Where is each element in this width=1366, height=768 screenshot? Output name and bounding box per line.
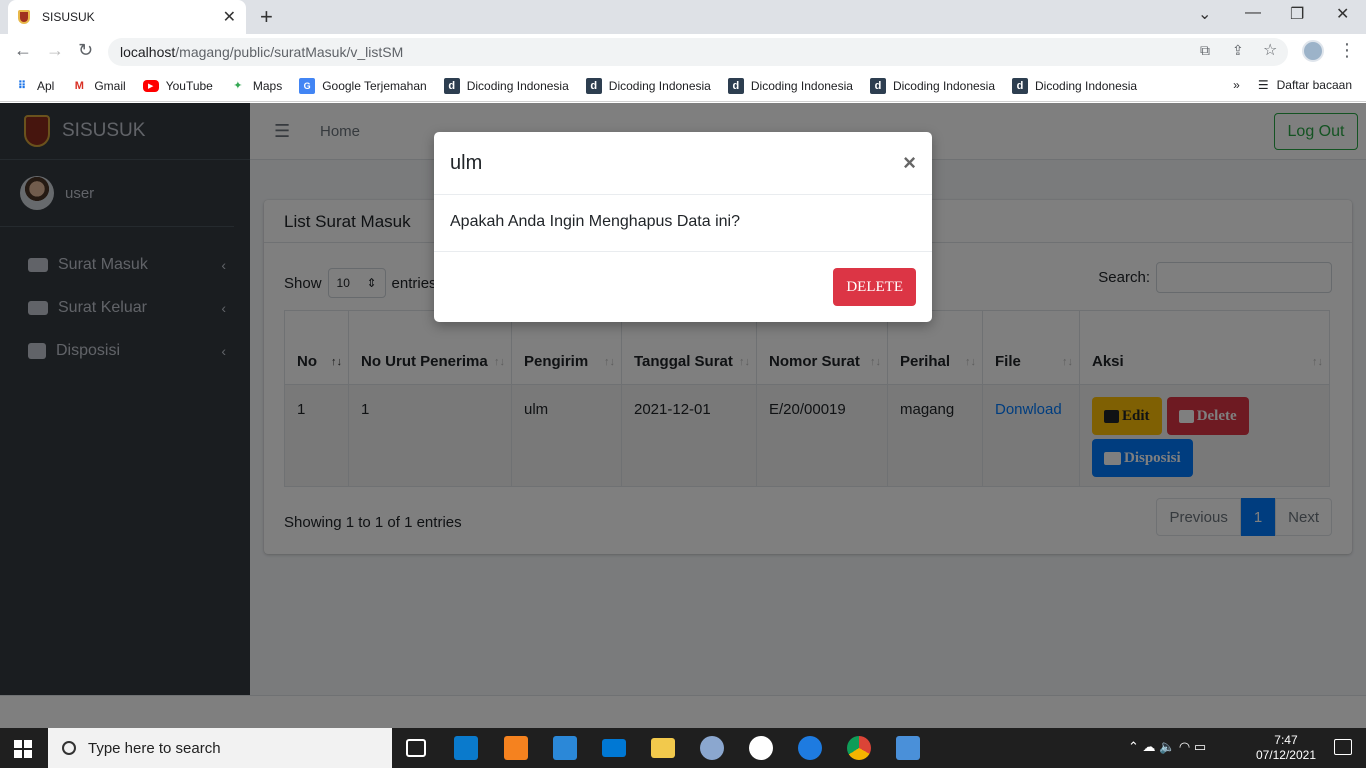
bookmark-apps[interactable]: ⠿ Apl [14, 78, 55, 94]
modal-body-text: Apakah Anda Ingin Menghapus Data ini? [434, 195, 932, 252]
app-icon[interactable] [749, 736, 773, 760]
edge-icon[interactable] [798, 736, 822, 760]
reload-icon[interactable]: ↻ [78, 40, 93, 61]
bookmark-label: Maps [252, 78, 283, 93]
notification-icon[interactable] [1334, 739, 1352, 755]
profile-avatar-icon[interactable] [1302, 40, 1324, 62]
close-tab-icon[interactable]: ✕ [223, 7, 236, 27]
share-icon[interactable]: ⇪ [1232, 42, 1244, 59]
translate-icon[interactable]: ⧉ [1200, 42, 1210, 59]
search-icon [62, 741, 76, 755]
bookmark-dicoding-1[interactable]: d Dicoding Indonesia [443, 77, 569, 94]
bookmark-label: Dicoding Indonesia [466, 78, 569, 93]
browser-tab-bar: SISUSUK ✕ + ⌄ — ❐ ✕ [0, 0, 1366, 34]
bookmark-label: Apl [37, 78, 55, 93]
modal-header: ulm × [434, 132, 932, 195]
bookmark-label: Google Terjemahan [322, 78, 427, 93]
browser-tab[interactable]: SISUSUK ✕ [8, 0, 246, 34]
taskbar-search-placeholder: Type here to search [88, 739, 221, 757]
restore-icon[interactable]: ❐ [1290, 4, 1304, 24]
bookmark-label: Dicoding Indonesia [1035, 78, 1138, 93]
dicoding-icon: d [585, 77, 602, 94]
bookmark-dicoding-3[interactable]: d Dicoding Indonesia [727, 77, 853, 94]
dicoding-icon: d [1012, 77, 1029, 94]
tab-title: SISUSUK [42, 10, 95, 24]
system-tray-icons[interactable]: ⌃ ☁ 🔈 ◠ ▭ [1128, 739, 1206, 755]
bookmark-label: Dicoding Indonesia [892, 78, 996, 93]
youtube-icon: ▶ [142, 79, 159, 92]
task-view-icon[interactable] [406, 739, 426, 757]
tab-search-chevron-icon[interactable]: ⌄ [1198, 4, 1211, 24]
bookmark-youtube[interactable]: ▶ YouTube [142, 78, 213, 93]
bookmark-label: Dicoding Indonesia [750, 78, 853, 93]
chrome-icon[interactable] [847, 736, 871, 760]
bookmark-dicoding-2[interactable]: d Dicoding Indonesia [585, 77, 711, 94]
browser-toolbar: ← → ↻ i localhost/magang/public/suratMas… [0, 34, 1366, 366]
dicoding-icon: d [443, 77, 460, 94]
confirm-delete-button[interactable]: DELETE [833, 268, 916, 306]
new-tab-icon[interactable]: + [260, 4, 273, 30]
mail-icon[interactable] [602, 739, 626, 757]
dicoding-icon: d [869, 77, 886, 94]
bookmark-gmail[interactable]: M Gmail [71, 78, 126, 94]
windows-start-icon[interactable] [14, 740, 32, 758]
browser-menu-icon[interactable]: ⋮ [1338, 40, 1356, 61]
minimize-icon[interactable]: — [1245, 4, 1261, 22]
url-host: localhost [120, 44, 176, 60]
clock-date: 07/12/2021 [1255, 748, 1316, 762]
bookmark-label: Gmail [94, 78, 126, 93]
modal-close-icon[interactable]: × [903, 150, 916, 176]
more-bookmarks-icon[interactable]: » [1233, 78, 1240, 92]
url-text: localhost/magang/public/suratMasuk/v_lis… [120, 44, 403, 60]
window-close-icon[interactable]: ✕ [1336, 4, 1349, 24]
delete-confirm-modal: ulm × Apakah Anda Ingin Menghapus Data i… [434, 132, 932, 322]
bookmark-google-translate[interactable]: G Google Terjemahan [299, 77, 427, 94]
reading-list-label: Daftar bacaan [1276, 78, 1352, 92]
clock-time: 7:47 [1274, 733, 1298, 747]
bookmark-dicoding-5[interactable]: d Dicoding Indonesia [1012, 77, 1138, 94]
address-bar[interactable]: i localhost/magang/public/suratMasuk/v_l… [108, 38, 1288, 366]
bookmark-label: Dicoding Indonesia [608, 78, 711, 93]
bookmark-dicoding-4[interactable]: d Dicoding Indonesia [869, 77, 996, 94]
bookmark-maps[interactable]: ✦ Maps [230, 78, 282, 94]
reading-list-icon: ☰ [1257, 78, 1269, 92]
store-icon[interactable] [553, 736, 577, 760]
clock[interactable]: 7:47 07/12/2021 [1256, 733, 1316, 763]
bookmarks-bar: ⠿ Apl M Gmail ▶ YouTube ✦ Maps G Google Terje… [0, 70, 1366, 102]
url-path: /magang/public/suratMasuk/v_listSM [175, 44, 404, 60]
forward-icon[interactable]: → [46, 40, 64, 61]
dicoding-icon: d [727, 77, 744, 94]
vscode-icon[interactable] [454, 736, 478, 760]
maps-icon: ✦ [233, 80, 243, 92]
r-app-icon[interactable] [700, 736, 724, 760]
bookmark-label: YouTube [165, 78, 213, 93]
modal-title: ulm [450, 152, 483, 174]
file-explorer-icon[interactable] [651, 738, 675, 758]
xampp-icon[interactable] [504, 736, 528, 760]
reading-list[interactable]: » ☰ Daftar bacaan [1233, 78, 1352, 92]
taskbar-search[interactable]: Type here to search [48, 728, 392, 768]
bookmark-star-icon[interactable]: ☆ [1263, 40, 1277, 60]
gmail-icon: M [74, 79, 84, 92]
apps-grid-icon: ⠿ [17, 80, 27, 92]
translate-bookmark-icon: G [299, 77, 316, 94]
photos-icon[interactable] [896, 736, 920, 760]
windows-taskbar: Type here to search ⌃ ☁ 🔈 ◠ ▭ 7:47 07/12… [0, 728, 1366, 768]
back-icon[interactable]: ← [14, 40, 32, 61]
site-favicon-icon [18, 10, 30, 24]
modal-footer: DELETE [434, 252, 932, 322]
